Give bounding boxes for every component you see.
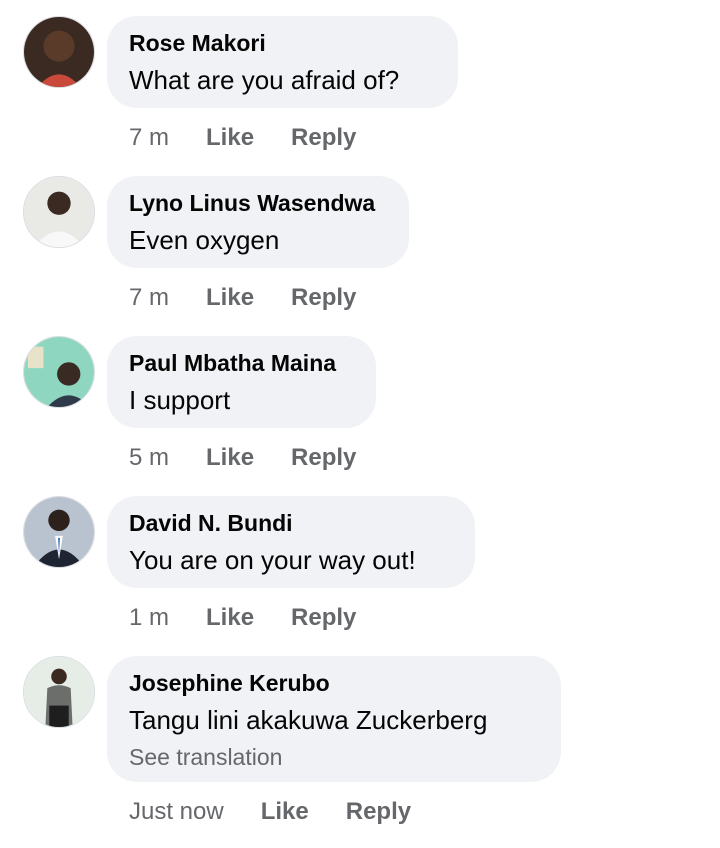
reply-button[interactable]: Reply <box>346 798 411 826</box>
like-button[interactable]: Like <box>206 284 254 312</box>
comment-text: I support <box>129 385 231 415</box>
like-button[interactable]: Like <box>261 798 309 826</box>
comment-text: You are on your way out! <box>129 545 416 575</box>
comment-time[interactable]: 7 m <box>129 284 169 312</box>
comment-author[interactable]: Paul Mbatha Maina <box>129 350 354 376</box>
comment-time[interactable]: Just now <box>129 798 224 826</box>
comment-author[interactable]: Rose Makori <box>129 30 436 56</box>
comment-actions: 7 m Like Reply <box>129 124 356 152</box>
comment-bubble: Rose Makori What are you afraid of? <box>107 16 458 108</box>
comment-author[interactable]: Josephine Kerubo <box>129 670 539 696</box>
like-button[interactable]: Like <box>206 124 254 152</box>
like-button[interactable]: Like <box>206 604 254 632</box>
comment-actions: Just now Like Reply <box>129 798 411 826</box>
comment-bubble: Lyno Linus Wasendwa Even oxygen <box>107 176 409 268</box>
comment-text: What are you afraid of? <box>129 65 400 95</box>
avatar[interactable] <box>23 176 95 248</box>
avatar[interactable] <box>23 336 95 408</box>
reply-button[interactable]: Reply <box>291 284 356 312</box>
comment-text: Tangu lini akakuwa Zuckerberg <box>129 705 488 735</box>
avatar[interactable] <box>23 16 95 88</box>
comment-time[interactable]: 7 m <box>129 124 169 152</box>
comment-actions: 5 m Like Reply <box>129 444 356 472</box>
comment-actions: 1 m Like Reply <box>129 604 356 632</box>
comment-time[interactable]: 5 m <box>129 444 169 472</box>
reply-button[interactable]: Reply <box>291 604 356 632</box>
comment-bubble: Paul Mbatha Maina I support <box>107 336 376 428</box>
comment-text: Even oxygen <box>129 225 280 255</box>
see-translation-link[interactable]: See translation <box>129 744 539 770</box>
comment-actions: 7 m Like Reply <box>129 284 356 312</box>
avatar[interactable] <box>23 656 95 728</box>
comment-bubble: David N. Bundi You are on your way out! <box>107 496 475 588</box>
comment-bubble: Josephine Kerubo Tangu lini akakuwa Zuck… <box>107 656 561 782</box>
comment-author[interactable]: Lyno Linus Wasendwa <box>129 190 387 216</box>
reply-button[interactable]: Reply <box>291 444 356 472</box>
avatar[interactable] <box>23 496 95 568</box>
comment-time[interactable]: 1 m <box>129 604 169 632</box>
comment-author[interactable]: David N. Bundi <box>129 510 453 536</box>
like-button[interactable]: Like <box>206 444 254 472</box>
reply-button[interactable]: Reply <box>291 124 356 152</box>
